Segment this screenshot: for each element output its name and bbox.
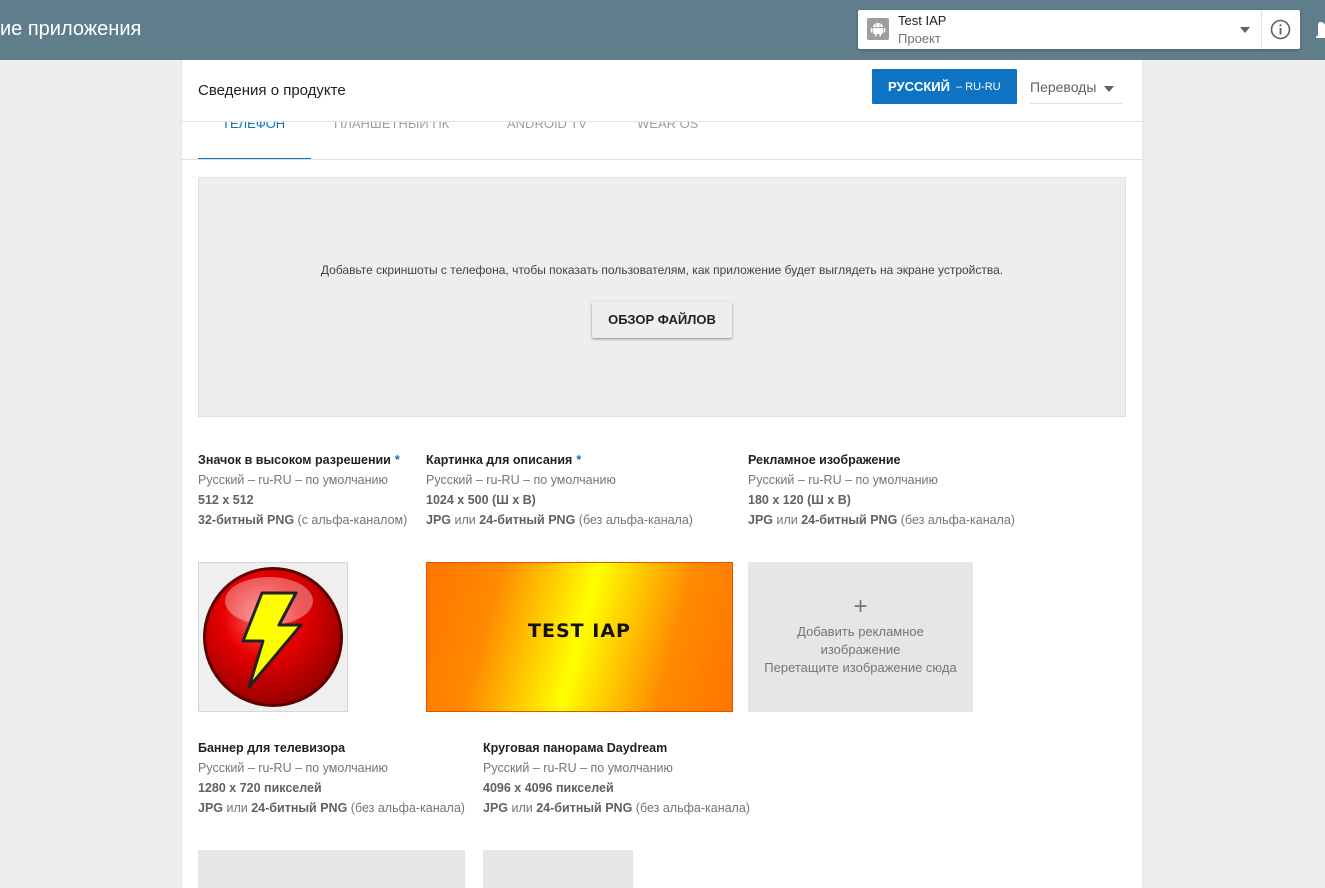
panorama-dropzone[interactable]: [483, 850, 633, 888]
asset-title: Баннер для телевизора: [198, 741, 346, 755]
asset-size: 180 x 120 (Ш x В): [748, 493, 851, 507]
asset-size: 1280 x 720 пикселей: [198, 781, 322, 795]
tv-banner-dropzone[interactable]: [198, 850, 465, 888]
promo-add-label: Добавить рекламное: [797, 624, 924, 639]
asset-language: Русский – ru-RU – по умолчанию: [198, 761, 388, 775]
promo-image-dropzone[interactable]: + Добавить рекламное изображение Перетащ…: [748, 562, 973, 712]
asset-daydream-panorama: Круговая панорама Daydream Русский – ru-…: [483, 738, 750, 818]
asset-hi-res-icon: Значок в высоком разрешении * Русский – r…: [198, 450, 407, 530]
promo-drag-hint: Перетащите изображение сюда: [764, 660, 957, 675]
lightning-bolt-icon: [203, 567, 343, 707]
hi-res-icon-image[interactable]: [198, 562, 348, 712]
asset-title: Значок в высоком разрешении: [198, 453, 391, 467]
asset-language: Русский – ru-RU – по умолчанию: [748, 473, 938, 487]
feature-graphic-text: TEST IAP: [528, 620, 631, 642]
dropzone-text: Добавьте скриншоты с телефона, чтобы пок…: [320, 263, 1004, 277]
feature-graphic-image[interactable]: TEST IAP: [426, 562, 733, 712]
app-selector[interactable]: Test IAP Проект: [858, 10, 1300, 49]
asset-size: 512 x 512: [198, 493, 254, 507]
android-icon: [867, 18, 889, 40]
active-tab-indicator: [198, 158, 311, 159]
tab-phone[interactable]: ТЕЛЕФОН: [222, 122, 285, 132]
card-header: Сведения о продукте РУССКИЙ – RU-RU Пере…: [182, 60, 1142, 122]
asset-promo-graphic: Рекламное изображение Русский – ru-RU – …: [748, 450, 1015, 530]
asset-title: Рекламное изображение: [748, 453, 901, 467]
screenshot-dropzone[interactable]: Добавьте скриншоты с телефона, чтобы пок…: [198, 177, 1126, 417]
language-button[interactable]: РУССКИЙ – RU-RU: [872, 69, 1017, 104]
asset-format: JPG или 24-битный PNG (без альфа-канала): [198, 801, 465, 815]
asset-format: JPG или 24-битный PNG (без альфа-канала): [426, 513, 693, 527]
app-name: Test IAP: [898, 13, 947, 28]
asset-title: Круговая панорама Daydream: [483, 741, 668, 755]
info-icon[interactable]: [1270, 19, 1291, 40]
asset-tv-banner: Баннер для телевизора Русский – ru-RU – …: [198, 738, 465, 818]
chevron-down-icon[interactable]: [1240, 27, 1250, 33]
tab-android-tv[interactable]: ANDROID TV: [507, 122, 587, 132]
language-label: РУССКИЙ: [888, 79, 950, 94]
asset-feature-graphic: Картинка для описания * Русский – ru-RU –…: [426, 450, 693, 530]
tab-wear-os[interactable]: WEAR OS: [637, 122, 698, 132]
asset-format: JPG или 24-битный PNG (без альфа-канала): [748, 513, 1015, 527]
top-app-bar: ие приложения Test IAP Проект: [0, 0, 1325, 60]
language-code: – RU-RU: [956, 81, 1001, 93]
browse-files-button[interactable]: ОБЗОР ФАЙЛОВ: [592, 302, 732, 338]
asset-language: Русский – ru-RU – по умолчанию: [198, 473, 388, 487]
asset-format: JPG или 24-битный PNG (без альфа-канала): [483, 801, 750, 815]
translations-dropdown[interactable]: Переводы: [1030, 69, 1122, 104]
device-tabs: ТЕЛЕФОН ПЛАНШЕТНЫЙ ПК ANDROID TV WEAR OS: [182, 122, 1142, 160]
page-title: ие приложения: [0, 18, 142, 40]
section-heading: Сведения о продукте: [198, 82, 346, 99]
asset-size: 4096 x 4096 пикселей: [483, 781, 614, 795]
asset-size: 1024 x 500 (Ш x В): [426, 493, 536, 507]
asset-language: Русский – ru-RU – по умолчанию: [426, 473, 616, 487]
tab-tablet[interactable]: ПЛАНШЕТНЫЙ ПК: [334, 122, 449, 132]
asset-language: Русский – ru-RU – по умолчанию: [483, 761, 673, 775]
divider: [1261, 10, 1262, 49]
plus-icon: +: [853, 593, 868, 620]
promo-add-label-2: изображение: [820, 642, 901, 657]
caret-down-icon: [1104, 86, 1114, 92]
asset-format: 32-битный PNG (с альфа-каналом): [198, 513, 408, 527]
required-marker: *: [394, 453, 400, 467]
bell-icon[interactable]: [1316, 18, 1325, 42]
required-marker: *: [576, 453, 582, 467]
asset-title: Картинка для описания: [426, 453, 573, 467]
app-subtitle: Проект: [898, 31, 941, 46]
translations-label: Переводы: [1030, 79, 1097, 95]
product-details-card: Сведения о продукте РУССКИЙ – RU-RU Пере…: [182, 60, 1142, 888]
